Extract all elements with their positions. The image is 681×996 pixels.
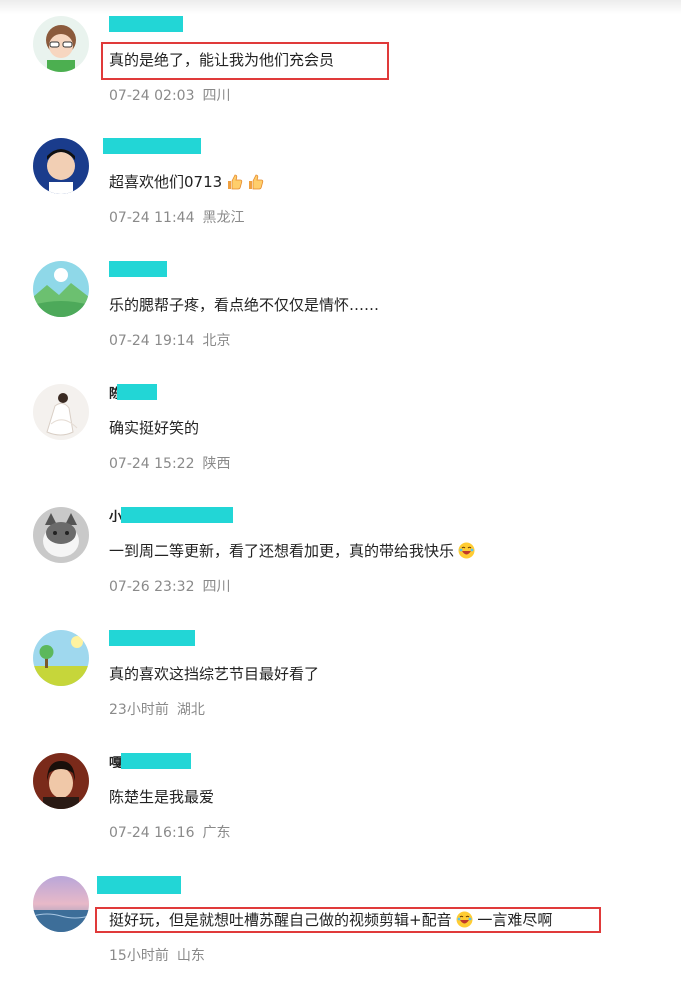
comment-location: 陕西 [202,456,231,472]
comment-time: 07-24 15:22 [109,456,195,472]
comment-text: 确实挺好笑的 [109,419,200,437]
comment-meta: 07-26 23:32 四川 [109,576,230,596]
comment-time: 07-24 19:14 [109,333,195,349]
comment-time: 07-24 11:44 [109,210,195,226]
comment-text: 陈楚生是我最爱 [109,788,215,806]
name-redaction-mask [117,384,157,400]
avatar[interactable] [33,16,89,72]
comment-item: 真的喜欢这挡综艺节目最好看了 23小时前 湖北 [0,630,681,750]
avatar[interactable] [33,753,89,809]
comment-meta: 23小时前 湖北 [109,699,205,719]
comment-text: 一到周二等更新，看了还想看加更，真的带给我快乐 [109,541,475,564]
name-redaction-mask [109,261,167,277]
comment-meta: 07-24 19:14 北京 [109,330,230,350]
comment-item: 挺好玩，但是就想吐槽苏醒自己做的视频剪辑+配音 一言难尽啊 15小时前 山东 [0,876,681,996]
avatar[interactable] [33,384,89,440]
name-redaction-mask [121,507,233,523]
comment-item: 超喜欢他们0713 07-24 11:44 黑龙江 [0,138,681,258]
avatar[interactable] [33,138,89,194]
comment-location: 黑龙江 [202,210,245,226]
comment-item: 乐的腮帮子疼，看点绝不仅仅是情怀…… 07-24 19:14 北京 [0,261,681,381]
avatar[interactable] [33,507,89,563]
avatar[interactable] [33,630,89,686]
comment-location: 山东 [176,948,205,964]
comment-time: 23小时前 [109,702,169,718]
comment-time: 07-24 02:03 [109,88,195,104]
comment-location: 湖北 [176,702,205,718]
comment-meta: 07-24 11:44 黑龙江 [109,207,244,227]
comment-item: 嘎 陈楚生是我最爱 07-24 16:16 广东 [0,753,681,873]
laughing-face-icon [458,542,475,564]
comment-meta: 15小时前 山东 [109,945,205,965]
comment-location: 广东 [202,825,231,841]
name-redaction-mask [97,876,181,894]
comment-text: 乐的腮帮子疼，看点绝不仅仅是情怀…… [109,296,380,314]
avatar[interactable] [33,261,89,317]
name-redaction-mask [109,630,195,646]
comment-meta: 07-24 15:22 陕西 [109,453,230,473]
thumbs-up-icon [247,173,264,195]
comment-text: 超喜欢他们0713 [109,172,264,195]
comment-location: 北京 [202,333,231,349]
comment-item: 真的是绝了，能让我为他们充会员 07-24 02:03 四川 [0,16,681,136]
highlight-box [95,907,601,933]
comment-item: 陈 确实挺好笑的 07-24 15:22 陕西 [0,384,681,504]
comment-time: 15小时前 [109,948,169,964]
comment-time: 07-24 16:16 [109,825,195,841]
name-redaction-mask [103,138,201,154]
avatar[interactable] [33,876,89,932]
top-shadow-bar [0,0,681,14]
comment-meta: 07-24 16:16 广东 [109,822,230,842]
comment-time: 07-26 23:32 [109,579,195,595]
thumbs-up-icon [226,173,243,195]
comment-meta: 07-24 02:03 四川 [109,85,230,105]
comment-location: 四川 [202,88,231,104]
name-redaction-mask [121,753,191,769]
highlight-box [101,42,389,80]
comment-location: 四川 [202,579,231,595]
name-redaction-mask [109,16,183,32]
comment-text: 真的喜欢这挡综艺节目最好看了 [109,665,320,683]
comment-item: 小 一到周二等更新，看了还想看加更，真的带给我快乐 07-26 23:32 四川 [0,507,681,627]
